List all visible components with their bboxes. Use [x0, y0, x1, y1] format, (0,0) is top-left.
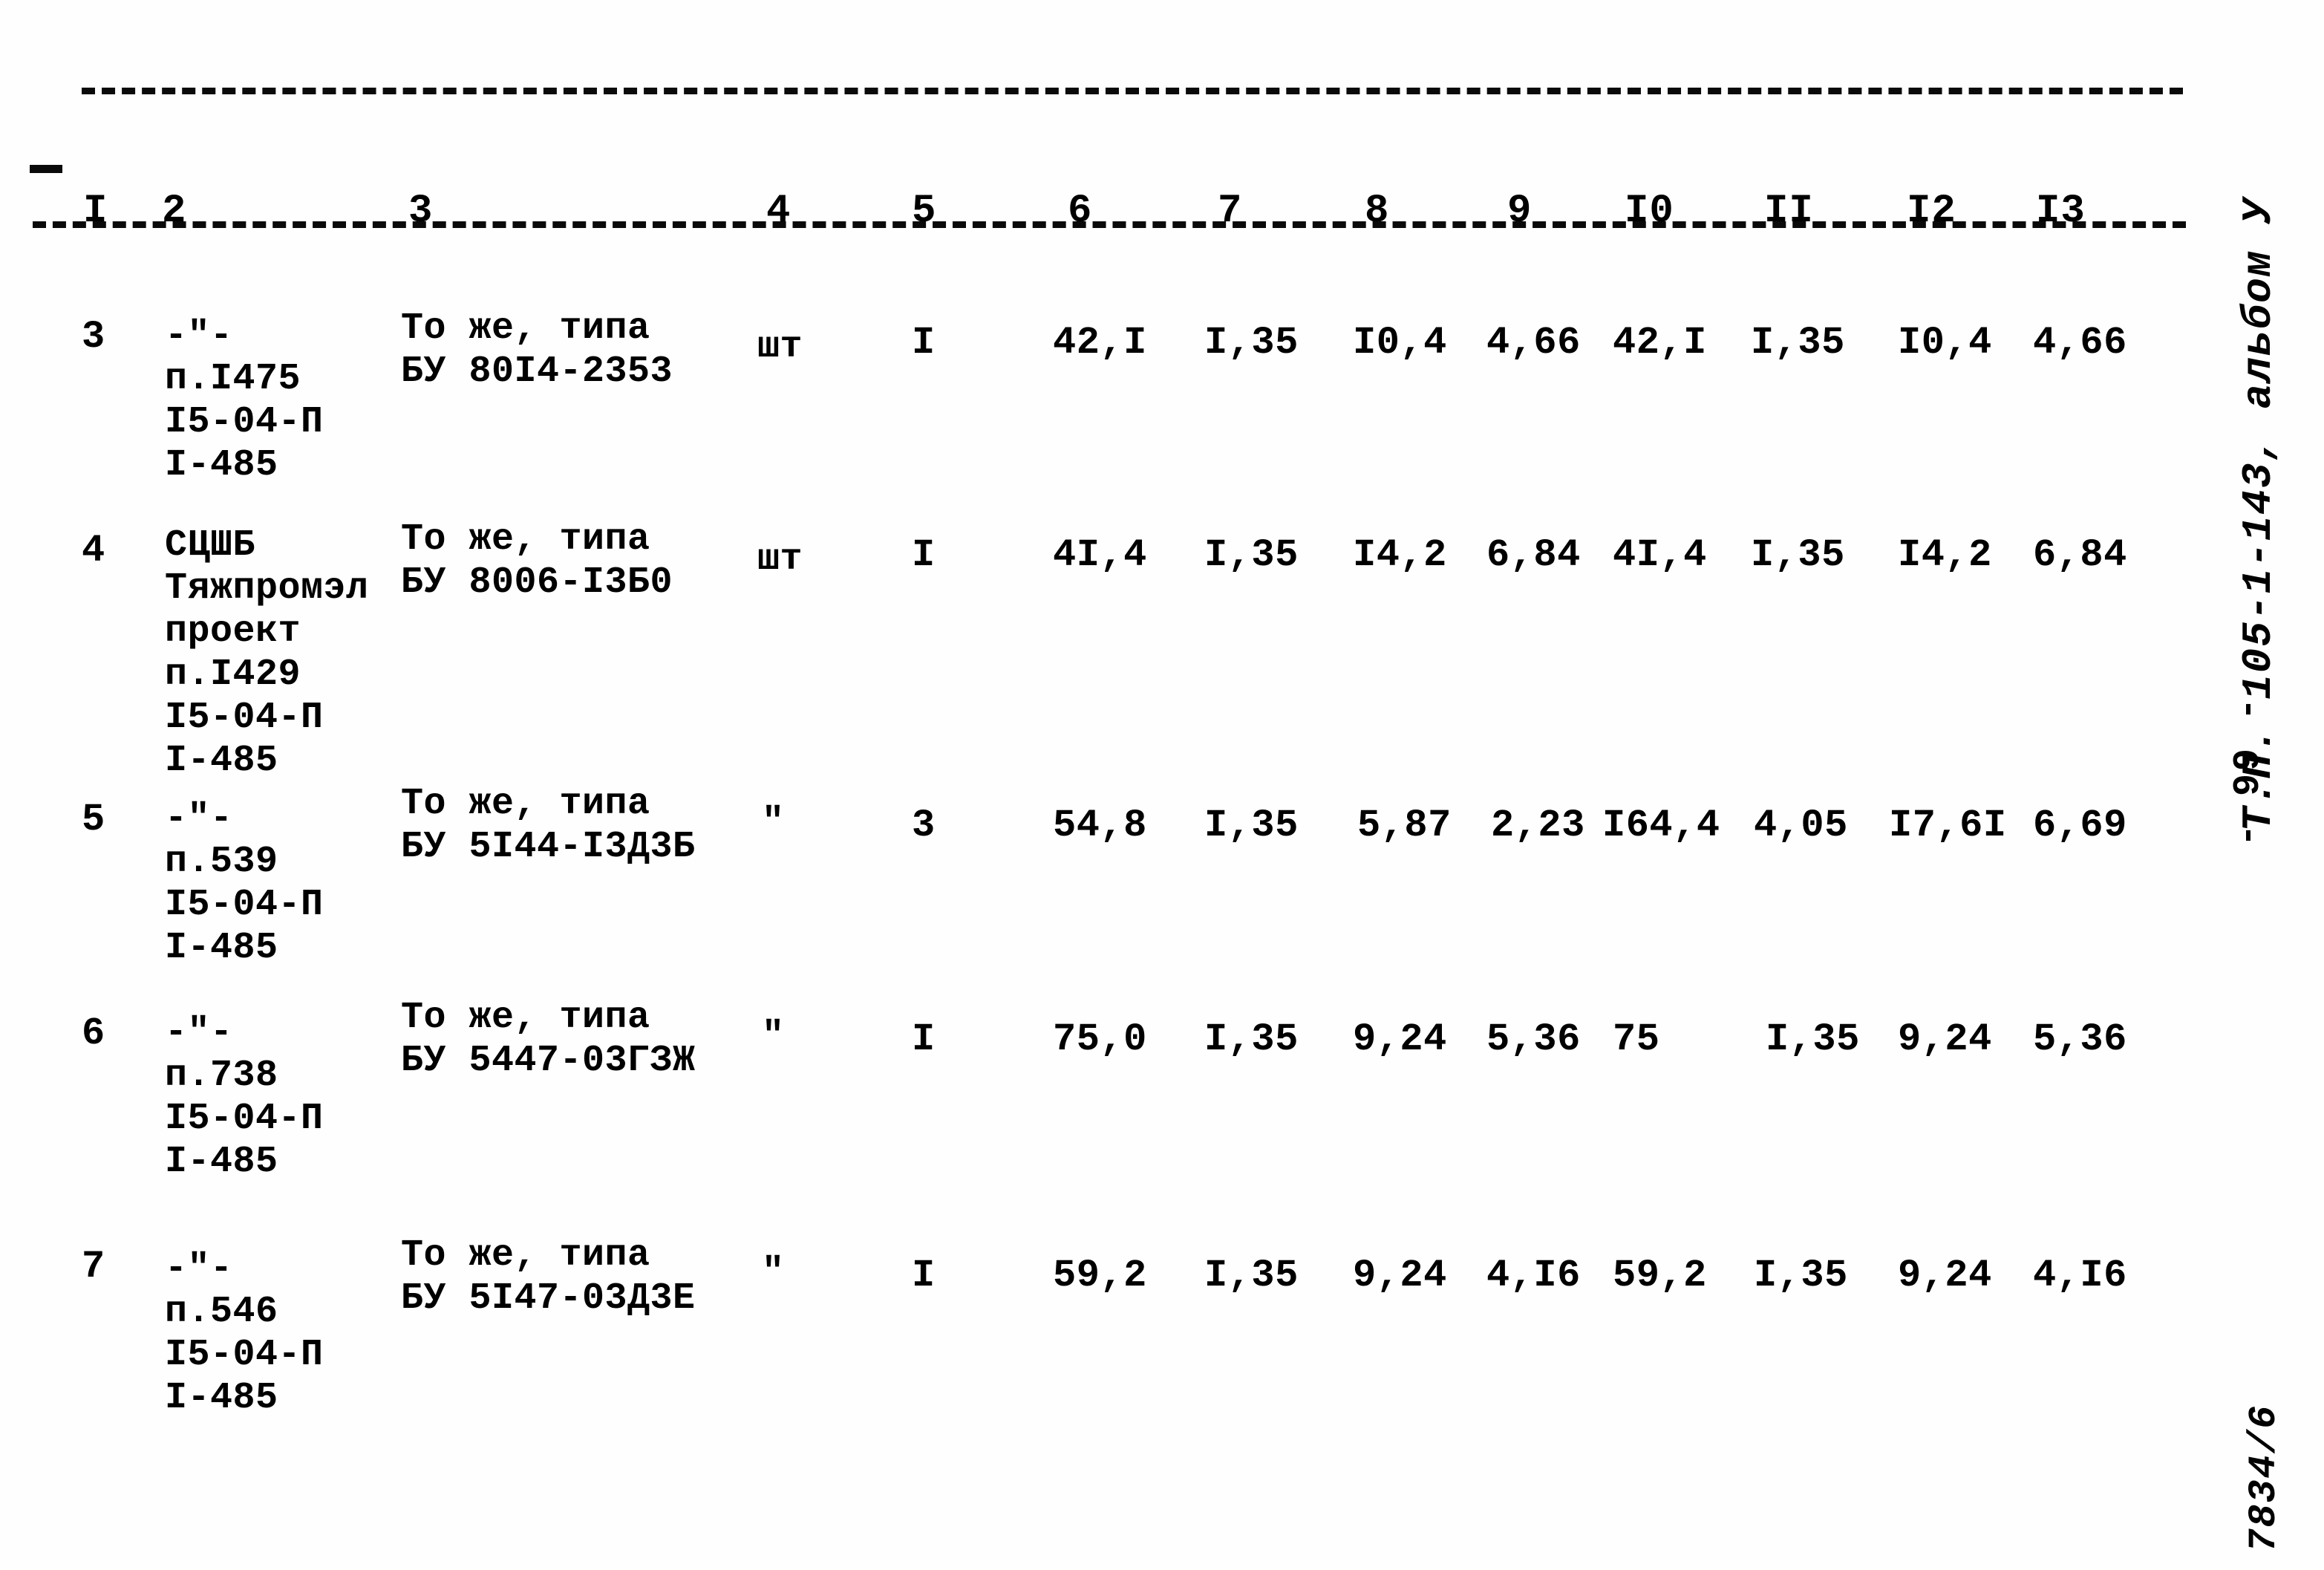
- row-reference: -"- п.738 I5-04-П I-485: [165, 1012, 324, 1183]
- row-quantity: 3: [912, 804, 936, 847]
- row-value-11: I,35: [1751, 533, 1845, 577]
- row-value-11: 4,05: [1754, 804, 1848, 847]
- row-value-7: I,35: [1204, 321, 1299, 365]
- row-value-10: 59,2: [1613, 1254, 1707, 1297]
- row-value-8: 9,24: [1353, 1017, 1447, 1061]
- row-value-9: 6,84: [1486, 533, 1581, 577]
- row-index: 3: [82, 315, 105, 359]
- scanned-document-page: I 2 3 4 5 6 7 8 9 I0 II I2 I3 3 -"- п.I4…: [0, 0, 2324, 1570]
- row-value-9: 4,I6: [1486, 1254, 1581, 1297]
- row-reference: -"- п.I475 I5-04-П I-485: [165, 315, 324, 486]
- row-value-6: 4I,4: [1053, 533, 1147, 577]
- row-value-7: I,35: [1204, 1017, 1299, 1061]
- row-quantity: I: [912, 533, 936, 577]
- row-value-7: I,35: [1204, 533, 1299, 577]
- row-value-11: I,35: [1751, 321, 1845, 365]
- row-value-10: 75: [1613, 1017, 1660, 1061]
- row-value-7: I,35: [1204, 1254, 1299, 1297]
- row-value-10: 42,I: [1613, 321, 1707, 365]
- row-unit: шт: [757, 326, 803, 368]
- row-quantity: I: [912, 321, 936, 365]
- row-value-6: 42,I: [1053, 321, 1147, 365]
- row-unit: ": [762, 1251, 785, 1294]
- row-value-11: I,35: [1754, 1254, 1848, 1297]
- row-description: То же, типа БУ 5I44-I3Д3Б: [401, 783, 696, 868]
- row-value-9: 2,23: [1491, 804, 1585, 847]
- left-margin-dash: [30, 165, 62, 173]
- scan-overlay: [0, 0, 2324, 1570]
- row-index: 4: [82, 529, 105, 573]
- row-value-9: 4,66: [1486, 321, 1581, 365]
- row-description: То же, типа БУ 5447-03ГЗЖ: [401, 997, 696, 1082]
- row-value-12: I4,2: [1898, 533, 1992, 577]
- row-value-8: I4,2: [1353, 533, 1447, 577]
- row-reference: СЦШБ Тяжпромэл проект п.I429 I5-04-П I-4…: [165, 524, 369, 782]
- row-value-10: I64,4: [1602, 804, 1720, 847]
- row-unit: ": [762, 801, 785, 844]
- row-unit: ": [762, 1015, 785, 1058]
- row-value-11: I,35: [1766, 1017, 1860, 1061]
- row-value-12: 9,24: [1898, 1254, 1992, 1297]
- row-value-13: 4,66: [2033, 321, 2127, 365]
- row-index: 5: [82, 798, 105, 841]
- row-value-13: 6,84: [2033, 533, 2127, 577]
- row-value-6: 59,2: [1053, 1254, 1147, 1297]
- row-quantity: I: [912, 1254, 936, 1297]
- row-value-10: 4I,4: [1613, 533, 1707, 577]
- row-value-6: 54,8: [1053, 804, 1147, 847]
- table-header-rule: [33, 221, 2186, 228]
- row-value-13: 6,69: [2033, 804, 2127, 847]
- row-quantity: I: [912, 1017, 936, 1061]
- row-value-8: 9,24: [1353, 1254, 1447, 1297]
- row-description: То же, типа БУ 8006-I3Б0: [401, 518, 673, 604]
- row-reference: -"- п.539 I5-04-П I-485: [165, 798, 324, 969]
- row-unit: шт: [757, 538, 803, 581]
- row-reference: -"- п.546 I5-04-П I-485: [165, 1248, 324, 1419]
- row-index: 6: [82, 1012, 105, 1055]
- row-value-12: 9,24: [1898, 1017, 1992, 1061]
- row-value-8: I0,4: [1353, 321, 1447, 365]
- row-value-13: 5,36: [2033, 1017, 2127, 1061]
- row-value-7: I,35: [1204, 804, 1299, 847]
- row-value-12: I0,4: [1898, 321, 1992, 365]
- row-value-12: I7,6I: [1889, 804, 2007, 847]
- row-index: 7: [82, 1245, 105, 1289]
- corner-stamp: 7834/6: [2242, 1404, 2286, 1552]
- row-description: То же, типа БУ 5I47-03Д3Е: [401, 1234, 696, 1320]
- table-top-rule: [82, 88, 2183, 94]
- row-value-6: 75,0: [1053, 1017, 1147, 1061]
- row-description: То же, типа БУ 80I4-2353: [401, 307, 673, 393]
- row-value-9: 5,36: [1486, 1017, 1581, 1061]
- row-value-8: 5,87: [1357, 804, 1452, 847]
- row-value-13: 4,I6: [2033, 1254, 2127, 1297]
- page-number: - 99 -: [2227, 694, 2270, 847]
